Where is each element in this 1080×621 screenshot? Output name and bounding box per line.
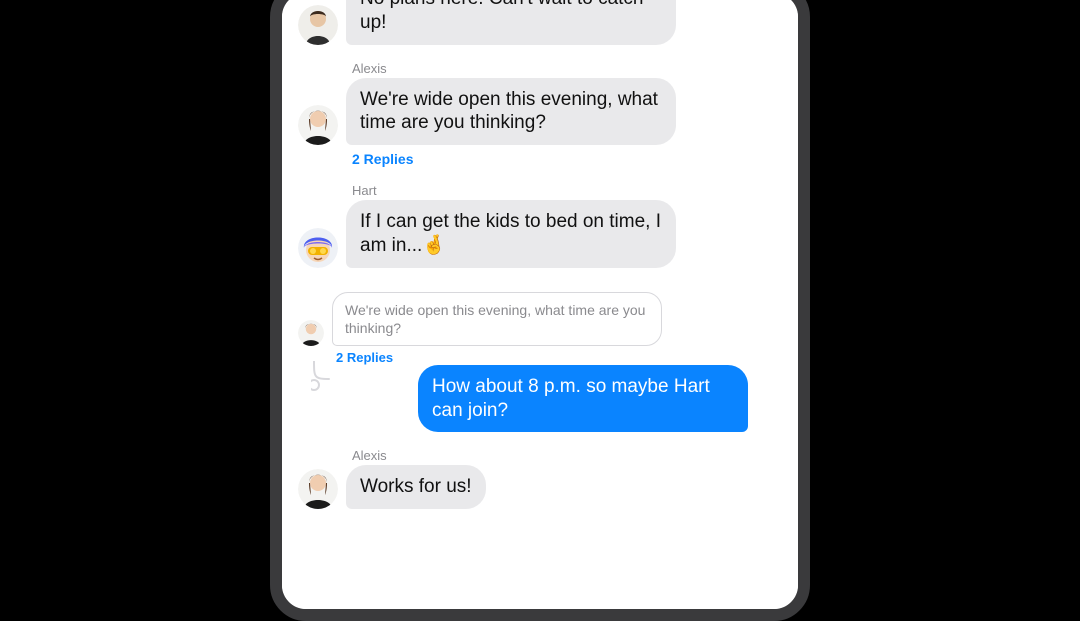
message-row[interactable]: No plans here. Can't wait to catch up! (298, 0, 676, 45)
message-bubble[interactable]: If I can get the kids to bed on time, I … (346, 200, 676, 268)
message-bubble[interactable]: No plans here. Can't wait to catch up! (346, 0, 676, 45)
message-block: Hart If I can get the kids to bed on tim… (298, 177, 782, 268)
message-text: How about 8 p.m. so maybe Hart can join? (432, 376, 710, 421)
message-text: We're wide open this evening, what time … (360, 89, 658, 134)
message-row[interactable]: We're wide open this evening, what time … (298, 78, 676, 146)
quoted-message-row[interactable]: We're wide open this evening, what time … (298, 292, 662, 346)
avatar[interactable] (298, 469, 338, 509)
quoted-message-bubble[interactable]: We're wide open this evening, what time … (332, 292, 662, 346)
message-text: No plans here. Can't wait to catch up! (360, 0, 644, 33)
message-bubble-outgoing[interactable]: How about 8 p.m. so maybe Hart can join? (418, 365, 748, 433)
phone-frame: No plans here. Can't wait to catch up! A… (270, 0, 810, 621)
sender-label: Hart (352, 183, 377, 198)
avatar[interactable] (298, 5, 338, 45)
sender-label: Alexis (352, 61, 387, 76)
message-row-outgoing[interactable]: How about 8 p.m. so maybe Hart can join? (298, 365, 748, 433)
message-row[interactable]: Works for us! (298, 465, 486, 509)
inline-reply-group: We're wide open this evening, what time … (298, 292, 782, 433)
message-block: Alexis We're wide open this evening, wha… (298, 55, 782, 168)
replies-link[interactable]: 2 Replies (352, 151, 413, 167)
avatar[interactable] (298, 105, 338, 145)
message-bubble[interactable]: Works for us! (346, 465, 486, 509)
avatar-memoji[interactable] (298, 228, 338, 268)
messages-screen[interactable]: No plans here. Can't wait to catch up! A… (282, 0, 798, 609)
sender-label: Alexis (352, 448, 387, 463)
message-text: If I can get the kids to bed on time, I … (360, 211, 661, 256)
message-list[interactable]: No plans here. Can't wait to catch up! A… (288, 0, 792, 519)
avatar[interactable] (298, 320, 324, 346)
message-bubble[interactable]: We're wide open this evening, what time … (346, 78, 676, 146)
quoted-message-text: We're wide open this evening, what time … (345, 302, 645, 336)
message-row[interactable]: If I can get the kids to bed on time, I … (298, 200, 676, 268)
message-text: Works for us! (360, 476, 472, 497)
message-block: No plans here. Can't wait to catch up! (298, 0, 782, 45)
message-block: Alexis Works for us! (298, 442, 782, 509)
